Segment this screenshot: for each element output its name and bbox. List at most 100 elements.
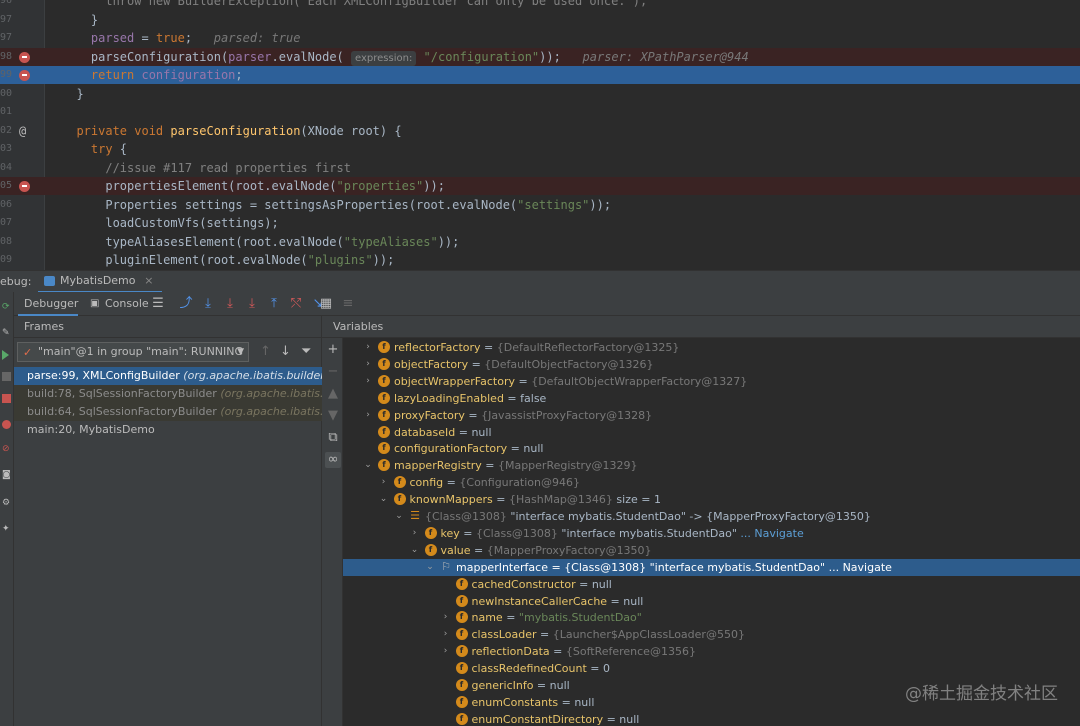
code-line[interactable]: 97 parsed = true; parsed: true xyxy=(0,29,1080,47)
tab-debugger[interactable]: Debugger xyxy=(18,292,78,316)
code-line[interactable]: 02 @ private void parseConfiguration(XNod… xyxy=(0,122,1080,140)
variable-row[interactable]: › f name = "mybatis.StudentDao" xyxy=(343,609,1080,626)
code-line[interactable]: 07 loadCustomVfs(settings); xyxy=(0,214,1080,232)
stack-frame[interactable]: build:78, SqlSessionFactoryBuilder (org.… xyxy=(14,385,322,403)
collapse-arrow-icon[interactable]: ⌄ xyxy=(410,542,420,559)
variable-row[interactable]: ⌄ f value = {MapperProxyFactory@1350} xyxy=(343,542,1080,559)
arrow-up-icon[interactable]: ↑ xyxy=(260,344,271,359)
variable-row[interactable]: › f key = {Class@1308} "interface mybatis.… xyxy=(343,525,1080,542)
variable-type: {Class@1308} xyxy=(475,526,558,540)
settings-icon[interactable]: ✎ xyxy=(2,328,11,338)
equals-sign: = xyxy=(607,594,624,608)
show-watches-icon[interactable]: ∞ xyxy=(325,452,341,468)
expand-arrow-icon[interactable]: › xyxy=(363,373,373,390)
filter-icon[interactable]: ⏷ xyxy=(301,344,311,359)
variable-row[interactable]: › f classLoader = {Launcher$AppClassLoader… xyxy=(343,626,1080,643)
variable-row[interactable]: f enumConstantDirectory = null xyxy=(343,711,1080,726)
step-into-icon[interactable]: ⤓ xyxy=(222,296,238,312)
override-marker-icon[interactable]: @ xyxy=(19,122,26,140)
collapse-arrow-icon[interactable]: ⌄ xyxy=(379,491,389,508)
camera-icon[interactable]: ◙ xyxy=(2,470,11,480)
stack-frame[interactable]: main:20, MybatisDemo xyxy=(14,421,322,439)
code-line[interactable]: 08 typeAliasesElement(root.evalNode("typ… xyxy=(0,233,1080,251)
variable-row[interactable]: ⌄ f knownMappers = {HashMap@1346} size = 1 xyxy=(343,491,1080,508)
expand-arrow-icon[interactable]: › xyxy=(379,474,389,491)
step-out-icon[interactable]: ⤒ xyxy=(266,296,282,312)
resume-icon[interactable] xyxy=(2,350,9,360)
pin-icon[interactable]: ✦ xyxy=(2,524,11,534)
expand-arrow-icon[interactable]: › xyxy=(410,525,420,542)
tab-console[interactable]: ▣ Console xyxy=(88,292,149,316)
variable-row[interactable]: f classRedefinedCount = 0 xyxy=(343,660,1080,677)
settings-list-icon[interactable]: ≡ xyxy=(340,296,356,312)
expand-arrow-icon[interactable]: › xyxy=(363,356,373,373)
mute-breakpoints-icon[interactable]: ⊘ xyxy=(2,444,11,454)
equals-sign: = xyxy=(603,712,620,726)
show-execution-point-icon[interactable]: ⤴ xyxy=(178,296,194,312)
debug-session-tab[interactable]: MybatisDemo × xyxy=(38,271,162,293)
variable-row[interactable]: › f objectFactory = {DefaultObjectFactory@… xyxy=(343,356,1080,373)
variable-row[interactable]: ⌄ ☰ {Class@1308} "interface mybatis.Studen… xyxy=(343,508,1080,525)
expand-arrow-icon[interactable]: › xyxy=(441,643,451,660)
code-line[interactable]: 00 } xyxy=(0,85,1080,103)
pause-icon[interactable] xyxy=(2,372,11,381)
code-line[interactable]: 03 try { xyxy=(0,140,1080,158)
evaluate-expression-icon[interactable]: ▦ xyxy=(318,296,334,312)
variable-name: enumConstantDirectory xyxy=(471,712,604,726)
collapse-arrow-icon[interactable]: ⌄ xyxy=(394,508,404,525)
force-step-into-icon[interactable]: ⤓ xyxy=(244,296,260,312)
expand-arrow-icon[interactable]: › xyxy=(363,339,373,356)
expand-arrow-icon[interactable]: › xyxy=(363,407,373,424)
variable-row[interactable]: f newInstanceCallerCache = null xyxy=(343,593,1080,610)
collapse-arrow-icon[interactable]: ⌄ xyxy=(363,457,373,474)
copy-icon[interactable]: ⧉ xyxy=(325,430,341,446)
breakpoint-icon[interactable] xyxy=(19,70,30,81)
line-number: 05 xyxy=(0,180,13,191)
field-icon: f xyxy=(378,442,390,455)
move-down-icon[interactable]: ▼ xyxy=(325,408,341,424)
variable-row[interactable]: › f reflectorFactory = {DefaultReflectorFa… xyxy=(343,339,1080,356)
arrow-down-icon[interactable]: ↓ xyxy=(280,344,291,359)
close-tab-icon[interactable]: × xyxy=(144,271,153,291)
remove-watch-icon[interactable]: − xyxy=(325,364,341,380)
navigate-link[interactable]: ... Navigate xyxy=(825,561,892,574)
stack-frame[interactable]: build:64, SqlSessionFactoryBuilder (org.… xyxy=(14,403,322,421)
code-line[interactable]: 09 pluginElement(root.evalNode("plugins"… xyxy=(0,251,1080,269)
code-line[interactable]: 96 throw new BuilderException("Each XMLC… xyxy=(0,0,1080,10)
variable-row[interactable]: › f objectWrapperFactory = {DefaultObjectW… xyxy=(343,373,1080,390)
code-line[interactable]: 01 xyxy=(0,103,1080,121)
add-watch-icon[interactable]: + xyxy=(325,342,341,358)
stack-frame[interactable]: parse:99, XMLConfigBuilder (org.apache.i… xyxy=(14,367,322,385)
code-line[interactable]: 05 propertiesElement(root.evalNode("prop… xyxy=(0,177,1080,195)
view-breakpoints-icon[interactable] xyxy=(2,420,11,429)
code-line[interactable]: 04 //issue #117 read properties first xyxy=(0,159,1080,177)
code-line[interactable]: 97 } xyxy=(0,11,1080,29)
thread-selector[interactable]: ✓ "main"@1 in group "main": RUNNING ▼ xyxy=(17,342,249,362)
variable-row[interactable]: ⌄ f mapperRegistry = {MapperRegistry@1329} xyxy=(343,457,1080,474)
navigate-link[interactable]: ... Navigate xyxy=(737,527,803,540)
expand-arrow-icon[interactable]: › xyxy=(441,626,451,643)
code-editor[interactable]: 96 throw new BuilderException("Each XMLC… xyxy=(0,0,1080,270)
stop-icon[interactable] xyxy=(2,394,11,403)
drop-frame-icon[interactable]: ⤲ xyxy=(288,296,304,312)
variable-row[interactable]: › f reflectionData = {SoftReference@1356} xyxy=(343,643,1080,660)
code-line[interactable]: 99 return configuration; xyxy=(0,66,1080,84)
variable-row[interactable]: f databaseId = null xyxy=(343,424,1080,441)
variable-row[interactable]: f cachedConstructor = null xyxy=(343,576,1080,593)
gear-icon[interactable]: ⚙ xyxy=(2,498,11,508)
variable-row[interactable]: f lazyLoadingEnabled = false xyxy=(343,390,1080,407)
variable-row[interactable]: ⌄ ⚐ mapperInterface = {Class@1308} "interf… xyxy=(343,558,1080,576)
variable-row[interactable]: › f proxyFactory = {JavassistProxyFactory@… xyxy=(343,407,1080,424)
expand-arrow-icon[interactable]: › xyxy=(441,609,451,626)
rerun-icon[interactable]: ⟳ xyxy=(2,302,11,312)
variable-row[interactable]: › f config = {Configuration@946} xyxy=(343,474,1080,491)
code-line[interactable]: 98 parseConfiguration(parser.evalNode( e… xyxy=(0,47,1080,66)
move-up-icon[interactable]: ▲ xyxy=(325,386,341,402)
menu-icon[interactable]: ☰ xyxy=(150,296,166,312)
code-line[interactable]: 06 Properties settings = settingsAsPrope… xyxy=(0,196,1080,214)
variable-row[interactable]: f configurationFactory = null xyxy=(343,440,1080,457)
collapse-arrow-icon[interactable]: ⌄ xyxy=(425,559,435,576)
breakpoint-icon[interactable] xyxy=(19,181,30,192)
step-over-icon[interactable]: ⤓ xyxy=(200,296,216,312)
breakpoint-icon[interactable] xyxy=(19,51,30,63)
